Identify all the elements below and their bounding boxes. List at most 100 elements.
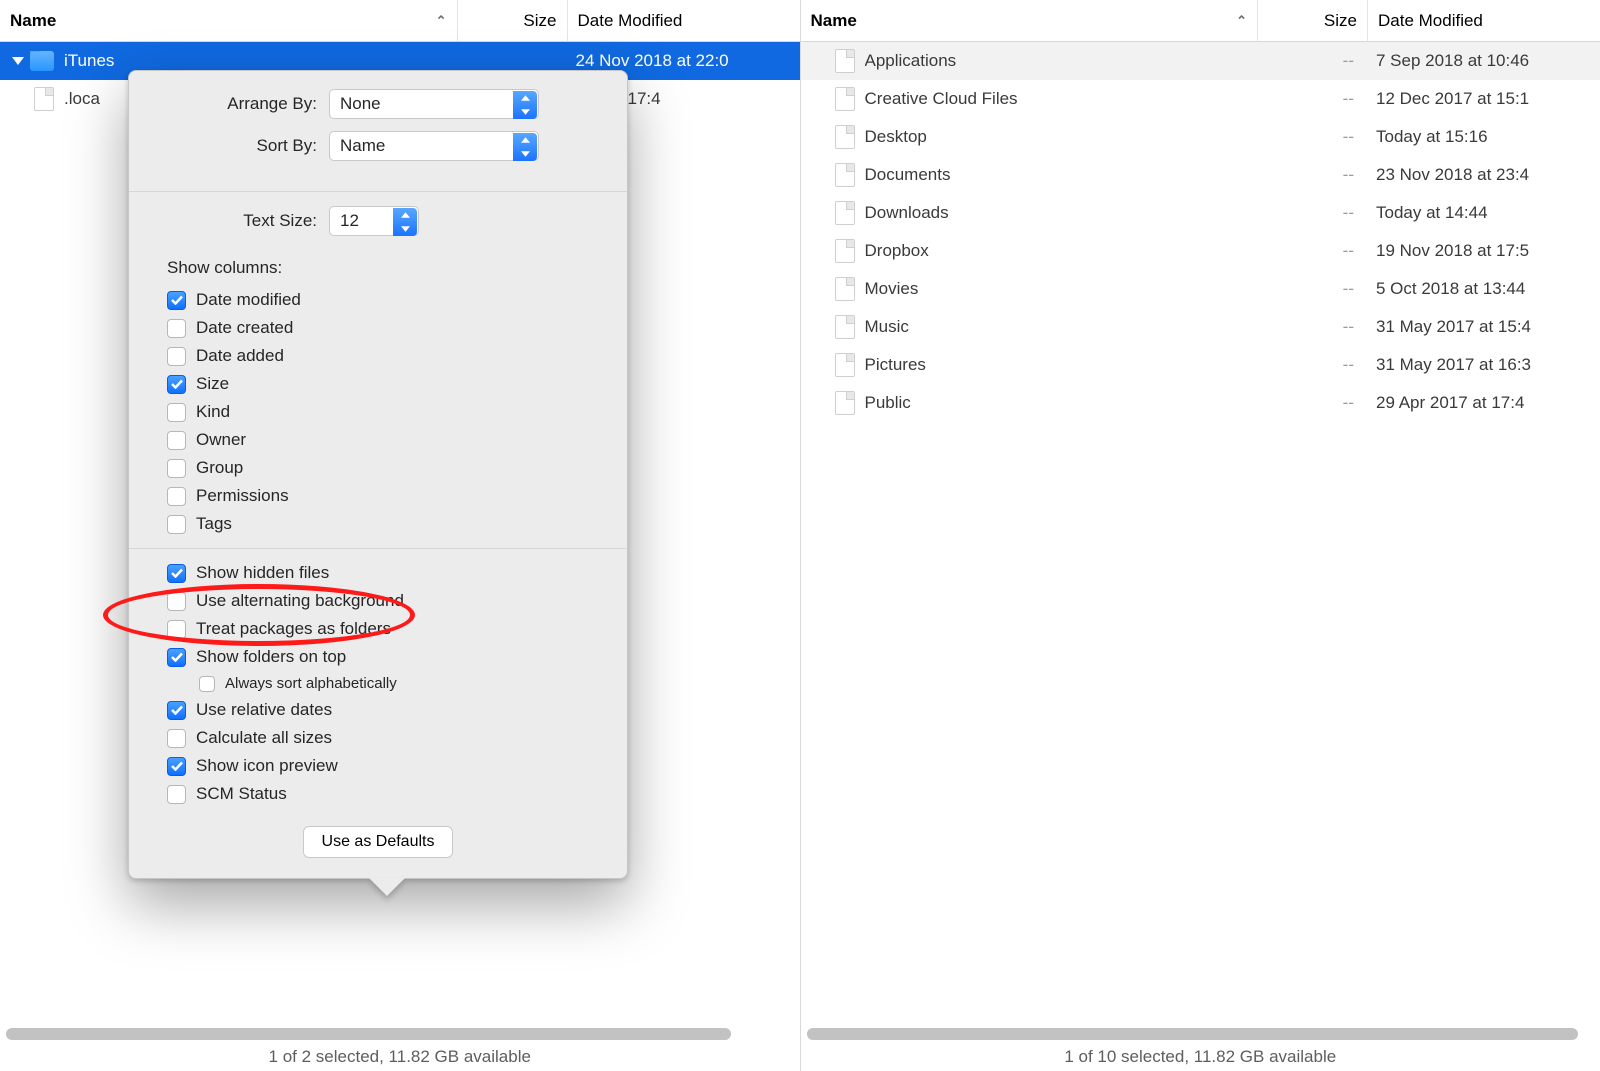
horizontal-scrollbar[interactable]	[801, 1025, 1600, 1043]
use-as-defaults-label: Use as Defaults	[322, 833, 435, 850]
column-date[interactable]: Date Modified	[1368, 0, 1600, 41]
file-row[interactable]: Documents--23 Nov 2018 at 23:4	[801, 156, 1600, 194]
text-size-label: Text Size:	[149, 211, 329, 231]
column-size[interactable]: Size	[1258, 0, 1368, 41]
checkbox[interactable]	[167, 785, 186, 804]
checkbox-row[interactable]: Permissions	[129, 482, 627, 510]
file-date: Today at 14:44	[1368, 203, 1600, 223]
file-date: 24 Nov 2018 at 22:0	[568, 51, 800, 71]
column-date[interactable]: Date Modified	[568, 0, 800, 41]
checkbox-row[interactable]: Use relative dates	[129, 696, 627, 724]
file-row[interactable]: Pictures--31 May 2017 at 16:3	[801, 346, 1600, 384]
file-row[interactable]: Desktop--Today at 15:16	[801, 118, 1600, 156]
scroll-thumb[interactable]	[6, 1028, 731, 1040]
file-icon	[835, 315, 855, 339]
column-size[interactable]: Size	[458, 0, 568, 41]
text-size-value: 12	[340, 211, 359, 231]
horizontal-scrollbar[interactable]	[0, 1025, 800, 1043]
file-row[interactable]: Applications--7 Sep 2018 at 10:46	[801, 42, 1600, 80]
sort-indicator-icon: ⌃	[436, 13, 447, 29]
sort-by-select[interactable]: Name	[329, 131, 539, 161]
file-name: Movies	[865, 279, 919, 299]
checkbox-row[interactable]: Show hidden files	[129, 559, 627, 587]
column-header: Name ⌃ Size Date Modified	[801, 0, 1600, 42]
file-row[interactable]: Downloads--Today at 14:44	[801, 194, 1600, 232]
checkbox-label: Show hidden files	[196, 563, 329, 583]
checkbox[interactable]	[167, 729, 186, 748]
file-size: --	[1258, 241, 1368, 261]
checkbox[interactable]	[167, 564, 186, 583]
checkbox-row[interactable]: Kind	[129, 398, 627, 426]
arrange-by-select[interactable]: None	[329, 89, 539, 119]
checkbox[interactable]	[167, 487, 186, 506]
stepper-icon	[393, 208, 417, 236]
column-header: Name ⌃ Size Date Modified	[0, 0, 800, 42]
file-date: 19 Nov 2018 at 17:5	[1368, 241, 1600, 261]
right-file-list[interactable]: Applications--7 Sep 2018 at 10:46Creativ…	[801, 42, 1600, 1025]
arrange-by-value: None	[340, 94, 381, 114]
checkbox[interactable]	[199, 676, 215, 692]
checkbox-row[interactable]: SCM Status	[129, 780, 627, 808]
checkbox[interactable]	[167, 620, 186, 639]
file-size: --	[1258, 393, 1368, 413]
checkbox[interactable]	[167, 431, 186, 450]
checkbox-row[interactable]: Treat packages as folders	[129, 615, 627, 643]
checkbox-label: Treat packages as folders	[196, 619, 391, 639]
file-size: --	[1258, 279, 1368, 299]
checkbox[interactable]	[167, 459, 186, 478]
checkbox-row[interactable]: Date created	[129, 314, 627, 342]
file-name: Downloads	[865, 203, 949, 223]
checkbox-label: Kind	[196, 402, 230, 422]
checkbox-row[interactable]: Group	[129, 454, 627, 482]
checkbox[interactable]	[167, 515, 186, 534]
folder-icon	[30, 51, 54, 71]
checkbox-row[interactable]: Date added	[129, 342, 627, 370]
checkbox[interactable]	[167, 375, 186, 394]
disclosure-triangle-icon[interactable]	[12, 57, 24, 65]
checkbox-row[interactable]: Size	[129, 370, 627, 398]
checkbox-row[interactable]: Date modified	[129, 286, 627, 314]
checkbox-row[interactable]: Show folders on top	[129, 643, 627, 671]
checkbox[interactable]	[167, 757, 186, 776]
checkbox[interactable]	[167, 648, 186, 667]
sort-indicator-icon: ⌃	[1236, 13, 1247, 29]
stepper-icon	[513, 133, 537, 161]
column-date-label: Date Modified	[578, 11, 683, 31]
file-name: Pictures	[865, 355, 926, 375]
use-as-defaults-button[interactable]: Use as Defaults	[303, 826, 454, 858]
checkbox[interactable]	[167, 701, 186, 720]
checkbox-row[interactable]: Use alternating background	[129, 587, 627, 615]
checkbox-row[interactable]: Calculate all sizes	[129, 724, 627, 752]
file-icon	[835, 391, 855, 415]
checkbox-row[interactable]: Tags	[129, 510, 627, 538]
always-sort-checkbox-row[interactable]: Always sort alphabetically	[129, 671, 627, 696]
checkbox-label: Group	[196, 458, 243, 478]
file-name: Creative Cloud Files	[865, 89, 1018, 109]
file-row[interactable]: Dropbox--19 Nov 2018 at 17:5	[801, 232, 1600, 270]
column-name[interactable]: Name ⌃	[801, 0, 1259, 41]
file-date: 7 Sep 2018 at 10:46	[1368, 51, 1600, 71]
file-row[interactable]: Movies--5 Oct 2018 at 13:44	[801, 270, 1600, 308]
file-row[interactable]: Public--29 Apr 2017 at 17:4	[801, 384, 1600, 422]
checkbox[interactable]	[167, 403, 186, 422]
file-name: Music	[865, 317, 909, 337]
checkbox[interactable]	[167, 347, 186, 366]
checkbox-label: Size	[196, 374, 229, 394]
right-pane: Name ⌃ Size Date Modified Applications--…	[801, 0, 1600, 1071]
checkbox[interactable]	[167, 592, 186, 611]
checkbox-row[interactable]: Owner	[129, 426, 627, 454]
checkbox[interactable]	[167, 291, 186, 310]
show-columns-label: Show columns:	[129, 258, 627, 286]
checkbox-label: Show folders on top	[196, 647, 346, 667]
file-name: Public	[865, 393, 911, 413]
file-row[interactable]: Music--31 May 2017 at 15:4	[801, 308, 1600, 346]
scroll-thumb[interactable]	[807, 1028, 1579, 1040]
column-name[interactable]: Name ⌃	[0, 0, 458, 41]
checkbox-row[interactable]: Show icon preview	[129, 752, 627, 780]
file-icon	[835, 87, 855, 111]
file-row[interactable]: Creative Cloud Files--12 Dec 2017 at 15:…	[801, 80, 1600, 118]
file-icon	[835, 163, 855, 187]
file-date: 23 Nov 2018 at 23:4	[1368, 165, 1600, 185]
checkbox[interactable]	[167, 319, 186, 338]
text-size-select[interactable]: 12	[329, 206, 419, 236]
